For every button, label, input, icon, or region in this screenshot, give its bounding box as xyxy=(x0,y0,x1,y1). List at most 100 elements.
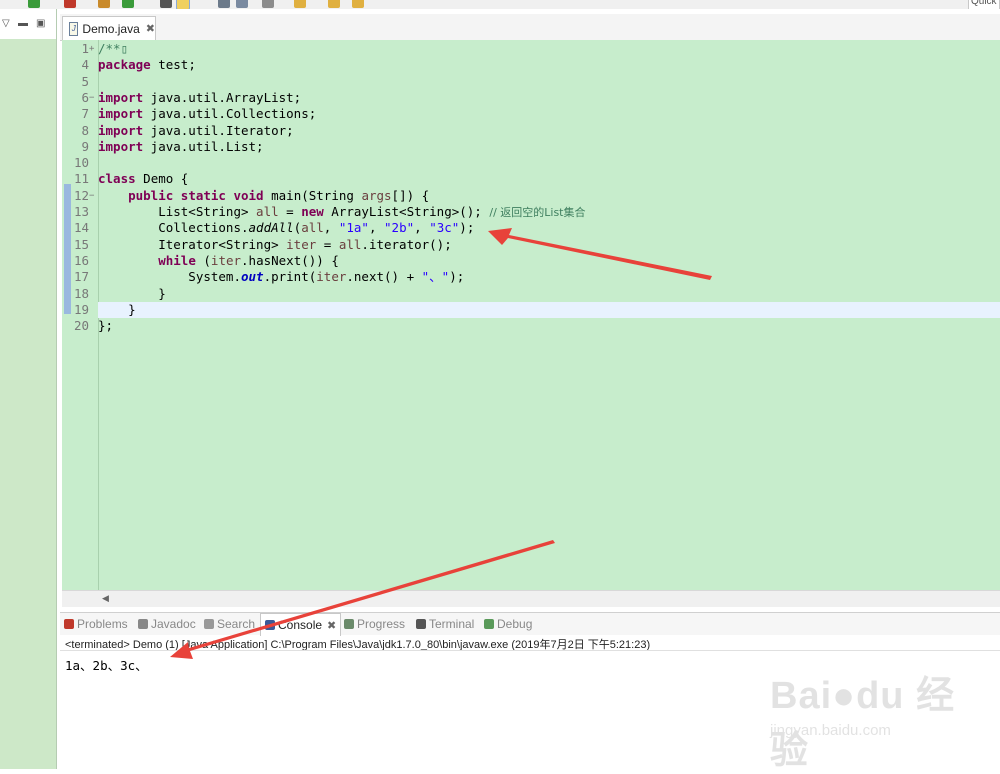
code-token: ( xyxy=(195,252,211,268)
highlight-icon[interactable] xyxy=(176,0,190,9)
code-token: while xyxy=(158,252,196,268)
code-token: java.util.ArrayList; xyxy=(143,89,302,105)
code-token: = xyxy=(278,204,302,219)
code-line[interactable]: 16 while (iter.hasNext()) { xyxy=(74,252,339,269)
code-token: "1a" xyxy=(338,220,369,236)
quick-access-input[interactable]: Quick xyxy=(968,0,1000,9)
package-icon[interactable] xyxy=(98,0,110,8)
code-line[interactable]: 17 System.out.print(iter.next() + "、"); xyxy=(74,269,464,285)
tab-label: Search xyxy=(217,617,256,631)
view-menu-icon[interactable]: ▽ xyxy=(2,19,10,29)
tab-label: Debug xyxy=(497,617,533,631)
code-line[interactable]: 12− public static void main(String args[… xyxy=(74,187,430,204)
code-token: , xyxy=(414,220,430,236)
code-token: all xyxy=(301,220,324,236)
code-token: Demo { xyxy=(135,171,189,187)
debug-icon[interactable] xyxy=(64,0,76,8)
code-line[interactable]: 7 import java.util.Collections; xyxy=(81,106,317,122)
code-line[interactable]: 1 + /**▯ xyxy=(81,41,128,57)
code-line[interactable]: 4 package test; xyxy=(81,57,195,73)
code-line[interactable]: 9 import java.util.List; xyxy=(81,139,263,155)
code-line[interactable]: 8 import java.util.Iterator; xyxy=(81,122,294,139)
editor-tab-label: Demo.java xyxy=(82,21,140,36)
line-number: 18 xyxy=(73,285,89,301)
code-token: []) { xyxy=(391,187,430,203)
next-annotation-icon[interactable] xyxy=(294,0,306,8)
tab-terminal[interactable]: Terminal xyxy=(416,613,474,635)
tab-javadoc[interactable]: Javadoc xyxy=(138,613,196,635)
code-token: /** xyxy=(98,41,121,56)
code-area[interactable]: 1 +/**▯ 4 package test; 5 6− import java.util.… xyxy=(74,40,1000,590)
code-token: void xyxy=(233,187,264,203)
code-token: package xyxy=(98,57,151,73)
code-line[interactable]: 15 Iterator<String> iter = all.iterator(… xyxy=(74,236,452,253)
code-token: addAll xyxy=(248,220,294,236)
watermark-brand: Bai●du 经验 xyxy=(770,675,956,772)
line-number: 7 xyxy=(81,106,89,122)
tab-label: Progress xyxy=(357,617,406,631)
line-number: 13 xyxy=(73,204,89,219)
refresh-icon[interactable] xyxy=(122,0,134,8)
code-token: java.util.Iterator; xyxy=(143,122,294,138)
line-number: 9 xyxy=(81,138,89,154)
code-token: import xyxy=(98,89,144,105)
editor-tab-demo-java[interactable]: J Demo.java ✖ xyxy=(62,16,156,40)
code-line[interactable]: 13 List<String> all = new ArrayList<Stri… xyxy=(74,204,586,220)
code-editor[interactable]: 1 +/**▯ 4 package test; 5 6− import java.util.… xyxy=(62,40,1000,590)
print-icon[interactable] xyxy=(262,0,274,8)
code-token: }; xyxy=(98,318,114,334)
code-token: all xyxy=(256,204,279,219)
code-token: Iterator<String> xyxy=(98,236,287,252)
code-token: ); xyxy=(459,220,475,236)
line-number: 15 xyxy=(73,236,89,252)
save-icon[interactable] xyxy=(218,0,230,8)
pen-icon[interactable] xyxy=(160,0,172,8)
code-token: import xyxy=(98,106,144,122)
forward-icon[interactable] xyxy=(352,0,364,8)
horizontal-scrollbar[interactable]: ◀ xyxy=(62,590,1000,607)
code-token: // 返回空的List集合 xyxy=(489,206,586,219)
code-line[interactable]: 11 class Demo { xyxy=(74,171,189,187)
code-line[interactable]: 14 Collections.addAll(all, "1a", "2b", "… xyxy=(74,220,475,236)
back-icon[interactable] xyxy=(328,0,340,8)
code-token: .hasNext()) { xyxy=(241,252,339,268)
code-token: java.util.Collections; xyxy=(143,106,317,122)
line-number: 20 xyxy=(73,318,89,334)
watermark-url: jingyan.baidu.com xyxy=(770,722,891,739)
collapse-fold-icon[interactable]: − xyxy=(89,90,94,106)
code-token: .iterator(); xyxy=(361,236,452,252)
tab-problems[interactable]: Problems xyxy=(64,613,128,635)
collapse-fold-icon[interactable]: − xyxy=(89,188,94,204)
progress-icon xyxy=(344,619,354,629)
code-token: import xyxy=(98,122,144,138)
code-line[interactable]: 20}; xyxy=(74,318,114,334)
code-line[interactable]: 19 } xyxy=(74,301,136,318)
bug-icon xyxy=(484,619,494,629)
minimize-icon[interactable]: ▬ xyxy=(18,19,28,29)
maximize-icon[interactable]: ▣ xyxy=(36,19,45,29)
code-token: } xyxy=(98,285,166,301)
tab-progress[interactable]: Progress xyxy=(344,613,405,635)
line-number: 12 xyxy=(73,187,89,203)
line-number: 14 xyxy=(73,220,89,236)
code-token: ArrayList<String>(); xyxy=(323,204,490,219)
tab-label: Javadoc xyxy=(151,617,196,631)
run-icon[interactable] xyxy=(28,0,40,8)
line-number: 1 xyxy=(81,41,89,56)
editor-tab-bar: J Demo.java ✖ xyxy=(60,14,1000,41)
window-icon[interactable] xyxy=(236,0,248,8)
close-icon[interactable]: ✖ xyxy=(327,619,336,632)
line-number: 4 xyxy=(81,57,89,73)
code-token: } xyxy=(98,301,136,317)
code-line[interactable]: 6− import java.util.ArrayList; xyxy=(81,89,302,106)
tab-console[interactable]: Console ✖ xyxy=(260,613,342,636)
close-icon[interactable]: ✖ xyxy=(146,22,155,35)
tab-label: Problems xyxy=(77,617,128,631)
tab-debug[interactable]: Debug xyxy=(484,613,532,635)
scroll-left-icon[interactable]: ◀ xyxy=(102,593,109,604)
expand-fold-icon[interactable]: + xyxy=(89,41,94,57)
code-token: public xyxy=(128,187,174,203)
tab-search[interactable]: Search xyxy=(204,613,255,635)
code-line[interactable]: 18 } xyxy=(74,285,166,302)
